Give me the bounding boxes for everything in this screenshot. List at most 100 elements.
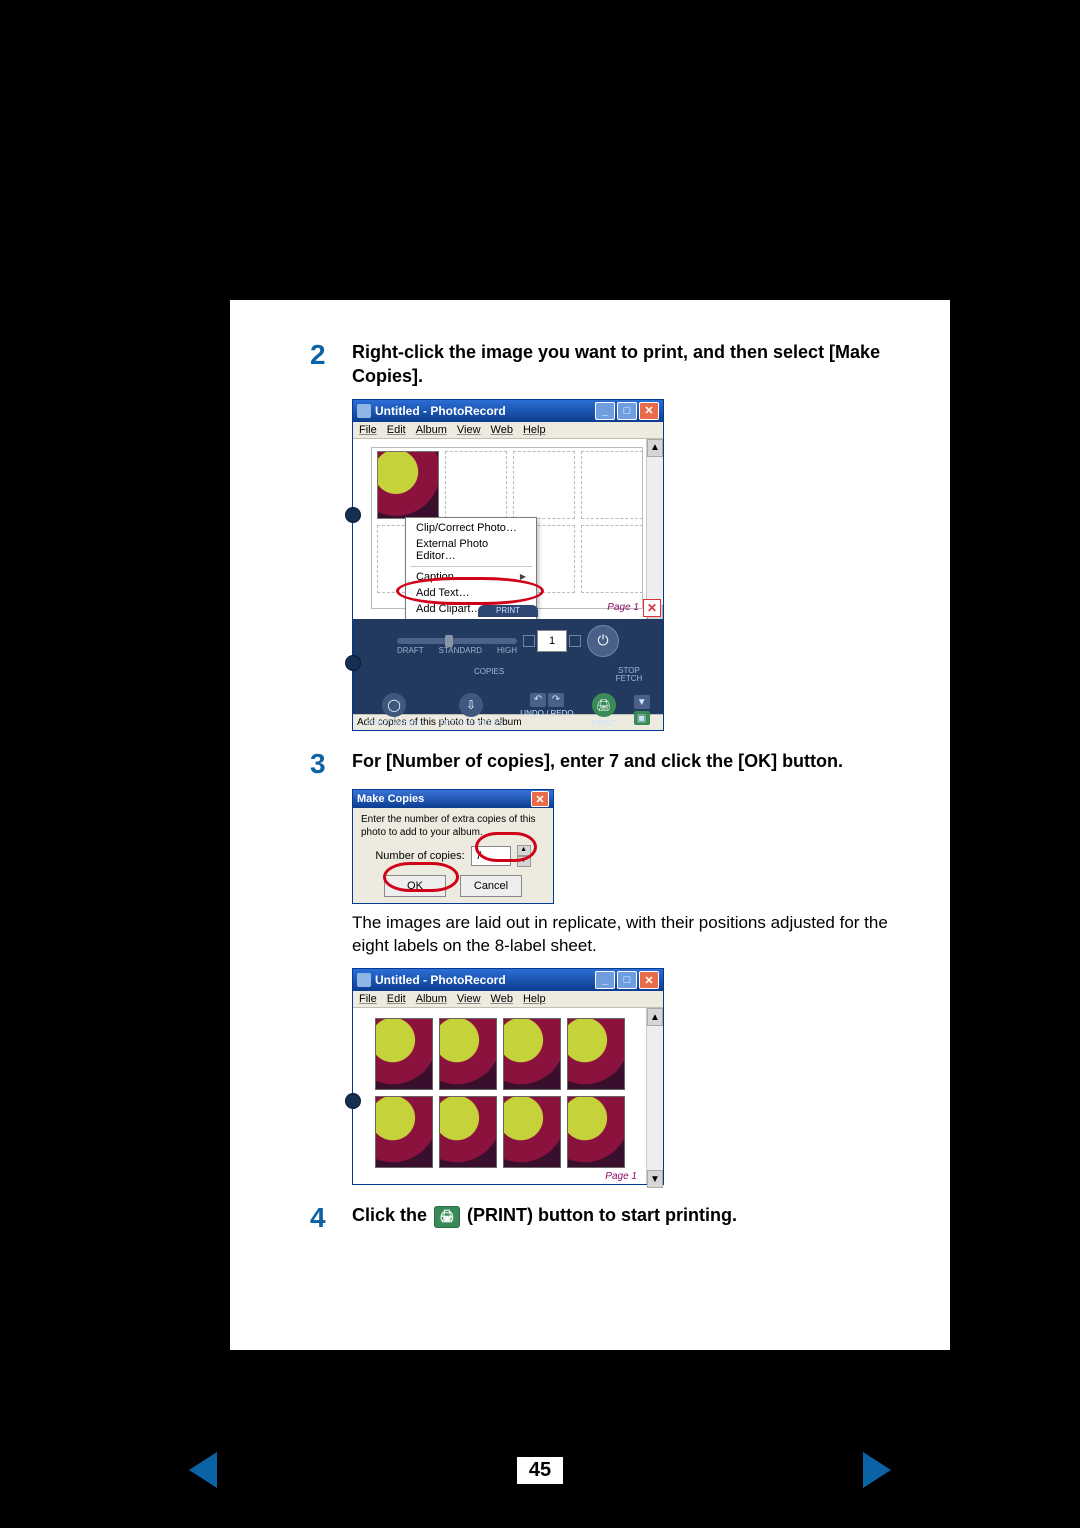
photo-thumbnail[interactable] [567, 1018, 625, 1090]
context-separator [410, 566, 532, 567]
number-of-copies-label: Number of copies: [375, 850, 464, 862]
copies-field[interactable]: 1 [537, 630, 567, 652]
minimize-button[interactable]: _ [595, 402, 615, 420]
menu-album[interactable]: Album [416, 993, 447, 1005]
close-button[interactable]: ✕ [639, 971, 659, 989]
screenshot-photorecord-8-labels: Untitled - PhotoRecord _ □ ✕ File Edit A… [352, 968, 900, 1185]
page-footer: 45 [0, 1452, 1080, 1488]
collapse-down-icon[interactable]: ▼ [634, 695, 650, 709]
empty-photo-slot[interactable] [581, 451, 643, 519]
slider-mark-high: HIGH [497, 646, 517, 655]
step-2-title: Right-click the image you want to print,… [352, 340, 900, 389]
copies-down-icon[interactable] [523, 635, 535, 647]
print-modes-label: PRINT MODES [366, 719, 421, 728]
stop-fetch-button[interactable]: ⏻ [587, 625, 619, 657]
photo-thumbnail[interactable] [375, 1096, 433, 1168]
photo-thumbnail[interactable] [567, 1096, 625, 1168]
print-control-panel: PRINT ✕ DRAFT STANDARD HIGH [353, 619, 663, 714]
undo-icon: ↶ [530, 693, 546, 707]
menu-file[interactable]: File [359, 993, 377, 1005]
scroll-down-button[interactable]: ▼ [647, 1170, 663, 1188]
number-of-copies-input[interactable]: 7 [471, 846, 511, 866]
scroll-up-button[interactable]: ▲ [647, 1008, 663, 1026]
vertical-scrollbar[interactable]: ▲ ▼ [646, 439, 663, 619]
photo-thumbnail[interactable] [375, 1018, 433, 1090]
menu-album[interactable]: Album [416, 424, 447, 436]
album-page-label: Page 1 [605, 1171, 637, 1182]
context-item-caption[interactable]: Caption [406, 569, 536, 585]
copies-up-icon[interactable] [569, 635, 581, 647]
page-nav-left-icon[interactable] [345, 507, 361, 523]
make-copies-dialog: Make Copies ✕ Enter the number of extra … [352, 789, 554, 904]
photo-thumbnail[interactable] [439, 1096, 497, 1168]
document-content: 2 Right-click the image you want to prin… [270, 310, 940, 1264]
window-title: Untitled - PhotoRecord [375, 404, 595, 418]
copies-label: COPIES [474, 667, 504, 683]
photo-thumbnail[interactable] [503, 1018, 561, 1090]
fetch-photos-icon: ⇩ [459, 693, 483, 717]
empty-photo-slot[interactable] [445, 451, 507, 519]
menu-help[interactable]: Help [523, 993, 546, 1005]
dialog-close-button[interactable]: ✕ [531, 791, 549, 807]
undo-redo-label: UNDO / REDO [520, 709, 573, 718]
panel-label: PRINT [478, 605, 538, 617]
dialog-message: Enter the number of extra copies of this… [361, 814, 545, 839]
context-item-clip-correct[interactable]: Clip/Correct Photo… [406, 520, 536, 536]
panel-close-icon[interactable]: ✕ [643, 599, 661, 617]
spinner-down-button[interactable]: ▼ [517, 856, 531, 867]
window-titlebar: Untitled - PhotoRecord _ □ ✕ [353, 400, 663, 422]
maximize-button[interactable]: □ [617, 971, 637, 989]
slider-mark-standard: STANDARD [439, 646, 482, 655]
print-button[interactable]: 🖨 PRINT [592, 693, 616, 728]
scroll-track[interactable] [647, 457, 663, 605]
stop-fetch-label: STOP FETCH [609, 667, 649, 683]
empty-photo-slot[interactable] [513, 451, 575, 519]
menu-view[interactable]: View [457, 993, 481, 1005]
photorecord-window: Untitled - PhotoRecord _ □ ✕ File Edit A… [352, 399, 664, 731]
print-button-label: PRINT [592, 719, 616, 728]
expand-icon[interactable]: ▣ [634, 711, 650, 725]
photo-thumbnail[interactable] [503, 1096, 561, 1168]
menu-help[interactable]: Help [523, 424, 546, 436]
spinner-up-button[interactable]: ▲ [517, 845, 531, 856]
step-4-title-post: (PRINT) button to start printing. [467, 1205, 737, 1225]
quality-slider[interactable]: DRAFT STANDARD HIGH [397, 638, 517, 644]
minimize-button[interactable]: _ [595, 971, 615, 989]
page-nav-left-icon[interactable] [345, 1093, 361, 1109]
menu-edit[interactable]: Edit [387, 993, 406, 1005]
vertical-scrollbar[interactable]: ▲ ▼ [646, 1008, 663, 1184]
menu-edit[interactable]: Edit [387, 424, 406, 436]
slider-mark-draft: DRAFT [397, 646, 424, 655]
photo-thumbnail[interactable] [377, 451, 439, 519]
app-icon [357, 973, 371, 987]
ok-button[interactable]: OK [384, 875, 446, 897]
album-canvas: Clip/Correct Photo… External Photo Edito… [353, 439, 663, 619]
maximize-button[interactable]: □ [617, 402, 637, 420]
undo-redo-button[interactable]: ↶ ↷ UNDO / REDO [520, 693, 573, 728]
menu-web[interactable]: Web [491, 993, 513, 1005]
scroll-track[interactable] [647, 1026, 663, 1170]
menu-file[interactable]: File [359, 424, 377, 436]
menu-view[interactable]: View [457, 424, 481, 436]
print-modes-icon: ◯ [382, 693, 406, 717]
step-4: 4 Click the 🖨 (PRINT) button to start pr… [310, 1203, 900, 1234]
close-button[interactable]: ✕ [639, 402, 659, 420]
print-modes-button[interactable]: ◯ PRINT MODES [366, 693, 421, 728]
cancel-button[interactable]: Cancel [460, 875, 522, 897]
next-page-arrow[interactable] [863, 1452, 891, 1488]
printer-icon: 🖨 [592, 693, 616, 717]
page-nav-left-icon[interactable] [345, 655, 361, 671]
fetch-photos-button[interactable]: ⇩ FETCH PHOTOS [440, 693, 503, 728]
redo-icon: ↷ [548, 693, 564, 707]
menu-web[interactable]: Web [491, 424, 513, 436]
prev-page-arrow[interactable] [189, 1452, 217, 1488]
menu-bar: File Edit Album View Web Help [353, 422, 663, 439]
window-titlebar: Untitled - PhotoRecord _ □ ✕ [353, 969, 663, 991]
photo-thumbnail[interactable] [439, 1018, 497, 1090]
dialog-title: Make Copies [357, 793, 424, 805]
context-item-external-editor[interactable]: External Photo Editor… [406, 536, 536, 564]
context-item-add-text[interactable]: Add Text… [406, 585, 536, 601]
scroll-up-button[interactable]: ▲ [647, 439, 663, 457]
step-4-number: 4 [310, 1203, 334, 1234]
empty-photo-slot[interactable] [581, 525, 643, 593]
